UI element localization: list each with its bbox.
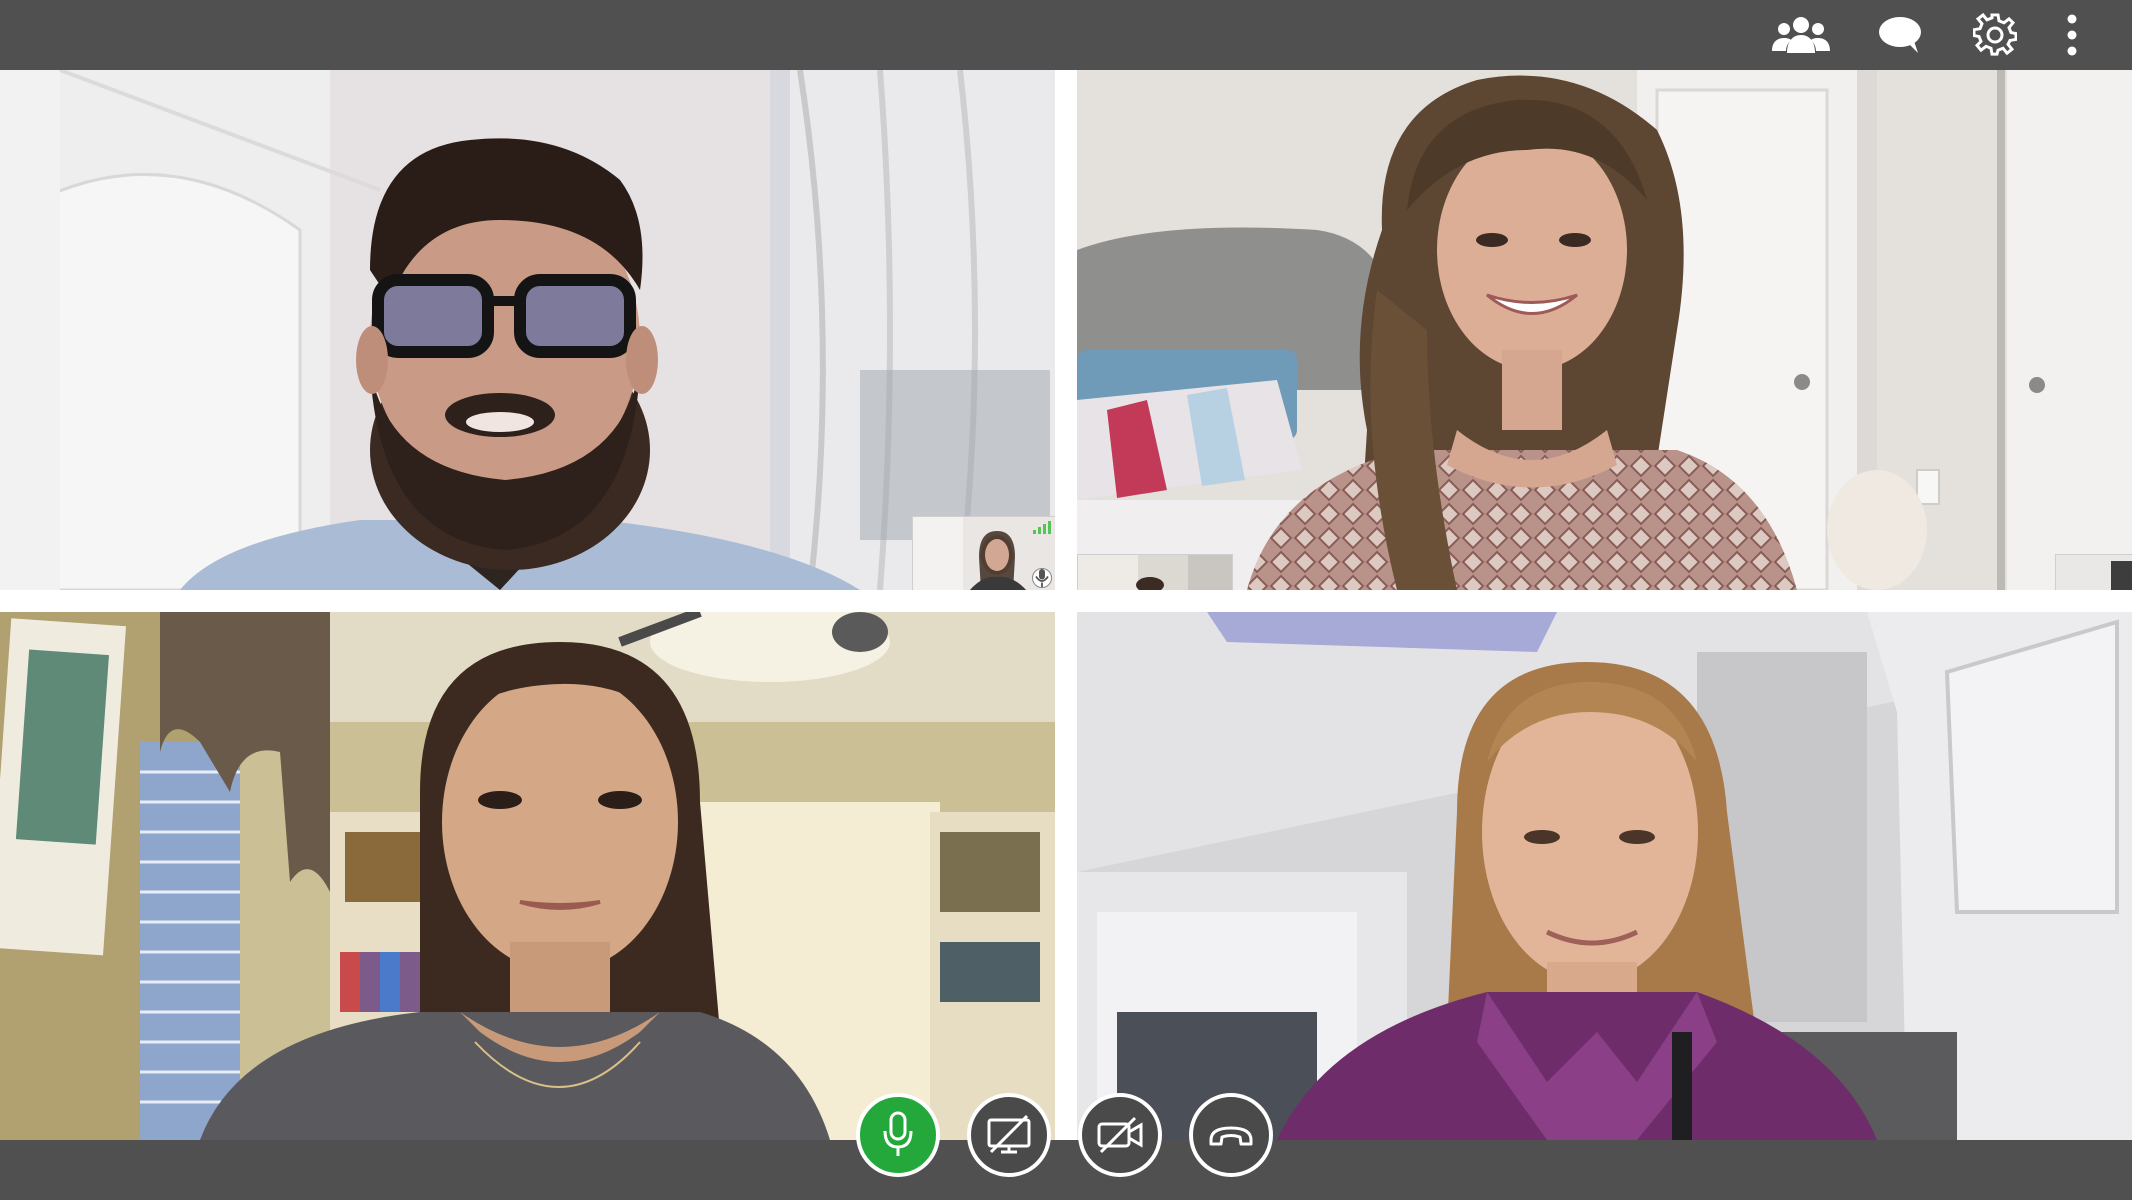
camera-toggle-button[interactable] bbox=[1078, 1093, 1162, 1177]
participant-4-video bbox=[1077, 612, 2132, 1140]
top-toolbar bbox=[0, 0, 2132, 70]
participant-2-video bbox=[1077, 70, 2132, 590]
gear-icon bbox=[1973, 13, 2017, 56]
screen-share-toggle-button[interactable] bbox=[967, 1093, 1051, 1177]
video-off-icon bbox=[1097, 1116, 1143, 1154]
microphone-icon bbox=[883, 1111, 913, 1156]
participant-3-video bbox=[0, 612, 1055, 1140]
chat-button[interactable] bbox=[1873, 8, 1929, 62]
participants-icon bbox=[1772, 17, 1830, 53]
video-tile-participant-2[interactable] bbox=[1077, 70, 2132, 590]
participants-button[interactable] bbox=[1770, 8, 1832, 62]
video-tile-participant-1[interactable] bbox=[0, 70, 1055, 590]
screen-share-off-icon bbox=[987, 1114, 1031, 1154]
microphone-toggle-button[interactable] bbox=[856, 1093, 940, 1177]
remote-preview-video bbox=[1078, 555, 1232, 590]
more-options-button[interactable] bbox=[2044, 8, 2100, 62]
remote-preview-thumbnail[interactable] bbox=[1077, 554, 1233, 590]
self-view-video-2 bbox=[2056, 555, 2132, 590]
more-vertical-icon bbox=[2067, 14, 2077, 56]
mini-microphone-icon bbox=[1032, 568, 1052, 588]
video-call-window bbox=[0, 0, 2132, 1200]
hang-up-button[interactable] bbox=[1189, 1093, 1273, 1177]
video-tile-participant-4[interactable] bbox=[1077, 612, 2132, 1140]
video-tile-participant-3[interactable] bbox=[0, 612, 1055, 1140]
phone-hangup-icon bbox=[1209, 1126, 1253, 1146]
self-view-thumbnail-2[interactable] bbox=[2055, 554, 2132, 590]
chat-icon bbox=[1879, 17, 1921, 53]
bottom-controls-bar bbox=[0, 1140, 2132, 1200]
self-view-thumbnail[interactable] bbox=[912, 516, 1055, 590]
settings-button[interactable] bbox=[1967, 8, 2023, 62]
signal-strength-icon bbox=[1033, 521, 1051, 534]
participant-1-video bbox=[0, 70, 1055, 590]
